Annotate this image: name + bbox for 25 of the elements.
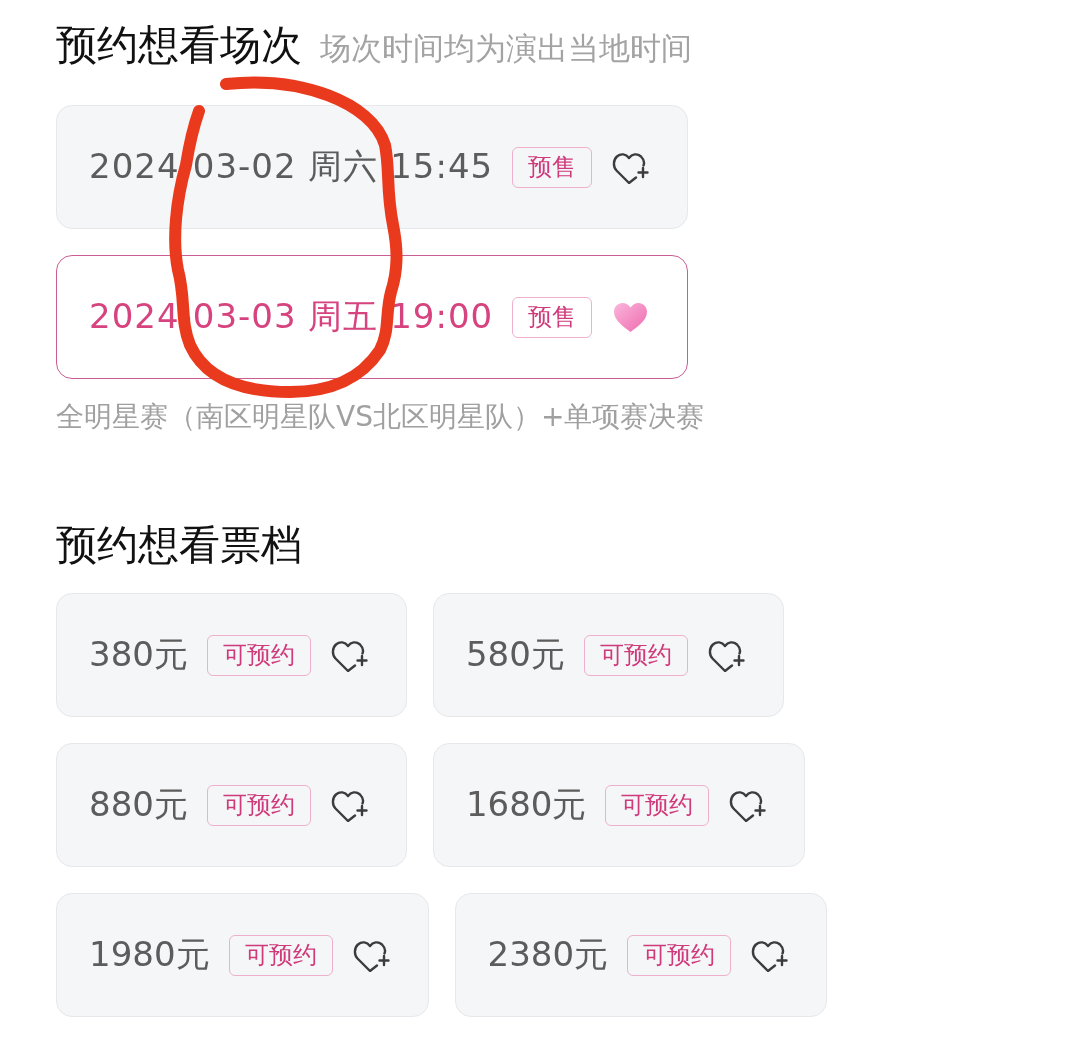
status-tag: 可预约 <box>627 934 732 976</box>
heart-plus-icon[interactable] <box>729 788 767 822</box>
price-option[interactable]: 880元 可预约 <box>56 743 407 867</box>
section-note: 场次时间均为演出当地时间 <box>320 29 692 68</box>
heart-plus-icon[interactable] <box>707 638 745 672</box>
session-description: 全明星赛（南区明星队VS北区明星队）+单项赛决赛 <box>56 399 705 435</box>
heart-plus-icon[interactable] <box>612 150 650 184</box>
status-tag: 预售 <box>512 146 593 188</box>
price-option[interactable]: 580元 可预约 <box>432 593 784 717</box>
heart-plus-icon[interactable] <box>330 788 368 822</box>
status-tag: 可预约 <box>206 784 311 826</box>
price-option[interactable]: 2380元 可预约 <box>454 893 828 1017</box>
price-option[interactable]: 380元 可预约 <box>56 593 407 717</box>
heart-plus-icon[interactable] <box>751 938 789 972</box>
status-tag: 可预约 <box>206 634 311 676</box>
status-tag: 可预约 <box>605 784 710 826</box>
status-tag: 可预约 <box>583 634 688 676</box>
section-title: 预约想看票档 <box>56 522 302 568</box>
section-title: 预约想看场次 <box>56 22 302 68</box>
price-option[interactable]: 1980元 可预约 <box>56 893 429 1017</box>
heart-plus-icon[interactable] <box>330 638 368 672</box>
status-tag: 预售 <box>512 296 593 338</box>
price-option[interactable]: 1680元 可预约 <box>432 743 806 867</box>
heart-plus-icon[interactable] <box>352 938 390 972</box>
status-tag: 可预约 <box>228 934 333 976</box>
